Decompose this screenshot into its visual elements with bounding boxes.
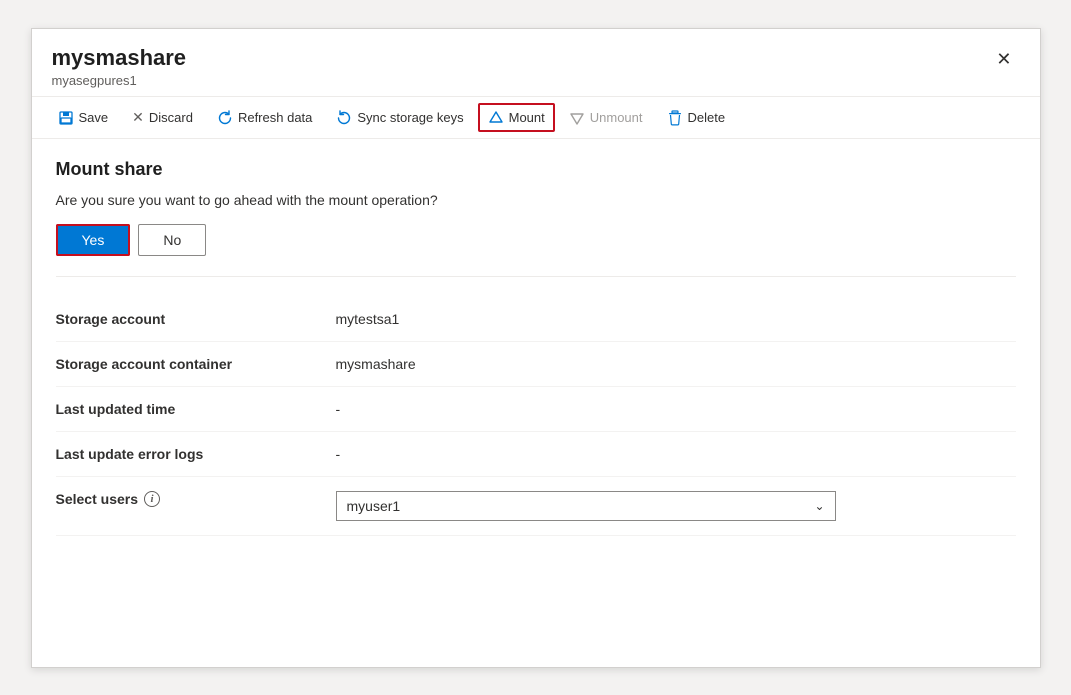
confirm-buttons: Yes No [56,224,1016,256]
save-button[interactable]: Save [48,103,119,132]
content-area: Mount share Are you sure you want to go … [32,139,1040,556]
save-label: Save [79,110,109,125]
select-users-label: Select users i [56,491,336,507]
storage-account-value: mytestsa1 [336,311,1016,327]
unmount-label: Unmount [590,110,643,125]
field-row-storage-account: Storage account mytestsa1 [56,297,1016,342]
panel: mysmashare myasegpures1 ✕ Save ✕ Discard [31,28,1041,668]
discard-icon: ✕ [132,109,144,126]
storage-container-value: mysmashare [336,356,1016,372]
last-updated-label: Last updated time [56,401,336,417]
title-block: mysmashare myasegpures1 [52,45,187,88]
delete-button[interactable]: Delete [657,103,736,132]
mount-button[interactable]: Mount [478,103,555,132]
sync-button[interactable]: Sync storage keys [326,103,473,132]
panel-subtitle: myasegpures1 [52,73,187,88]
mount-confirm-title: Mount share [56,159,1016,180]
discard-button[interactable]: ✕ Discard [122,103,203,132]
delete-label: Delete [688,110,726,125]
error-logs-label: Last update error logs [56,446,336,462]
chevron-down-icon: ⌄ [814,499,824,513]
close-button[interactable]: ✕ [988,45,1019,74]
refresh-icon [217,109,233,126]
users-dropdown[interactable]: myuser1 ⌄ [336,491,836,521]
storage-account-label: Storage account [56,311,336,327]
discard-label: Discard [149,110,193,125]
unmount-icon [569,109,585,126]
panel-title: mysmashare [52,45,187,71]
no-button[interactable]: No [138,224,206,256]
sync-icon [336,109,352,126]
toolbar: Save ✕ Discard Refresh data [32,97,1040,139]
field-row-storage-container: Storage account container mysmashare [56,342,1016,387]
mount-confirm-text: Are you sure you want to go ahead with t… [56,192,1016,208]
users-dropdown-value: myuser1 [347,498,401,514]
field-row-last-updated: Last updated time - [56,387,1016,432]
mount-confirm-section: Mount share Are you sure you want to go … [56,159,1016,277]
close-icon: ✕ [996,49,1011,70]
mount-label: Mount [509,110,545,125]
unmount-button[interactable]: Unmount [559,103,653,132]
error-logs-value: - [336,446,1016,462]
storage-container-label: Storage account container [56,356,336,372]
mount-icon [488,109,504,126]
refresh-button[interactable]: Refresh data [207,103,322,132]
yes-button[interactable]: Yes [56,224,131,256]
delete-icon [667,109,683,126]
sync-label: Sync storage keys [357,110,463,125]
fields-section: Storage account mytestsa1 Storage accoun… [56,297,1016,536]
info-icon[interactable]: i [144,491,160,507]
panel-header: mysmashare myasegpures1 ✕ [32,29,1040,97]
save-icon [58,109,74,126]
select-users-value: myuser1 ⌄ [336,491,1016,521]
field-row-error-logs: Last update error logs - [56,432,1016,477]
refresh-label: Refresh data [238,110,312,125]
field-row-select-users: Select users i myuser1 ⌄ [56,477,1016,536]
last-updated-value: - [336,401,1016,417]
